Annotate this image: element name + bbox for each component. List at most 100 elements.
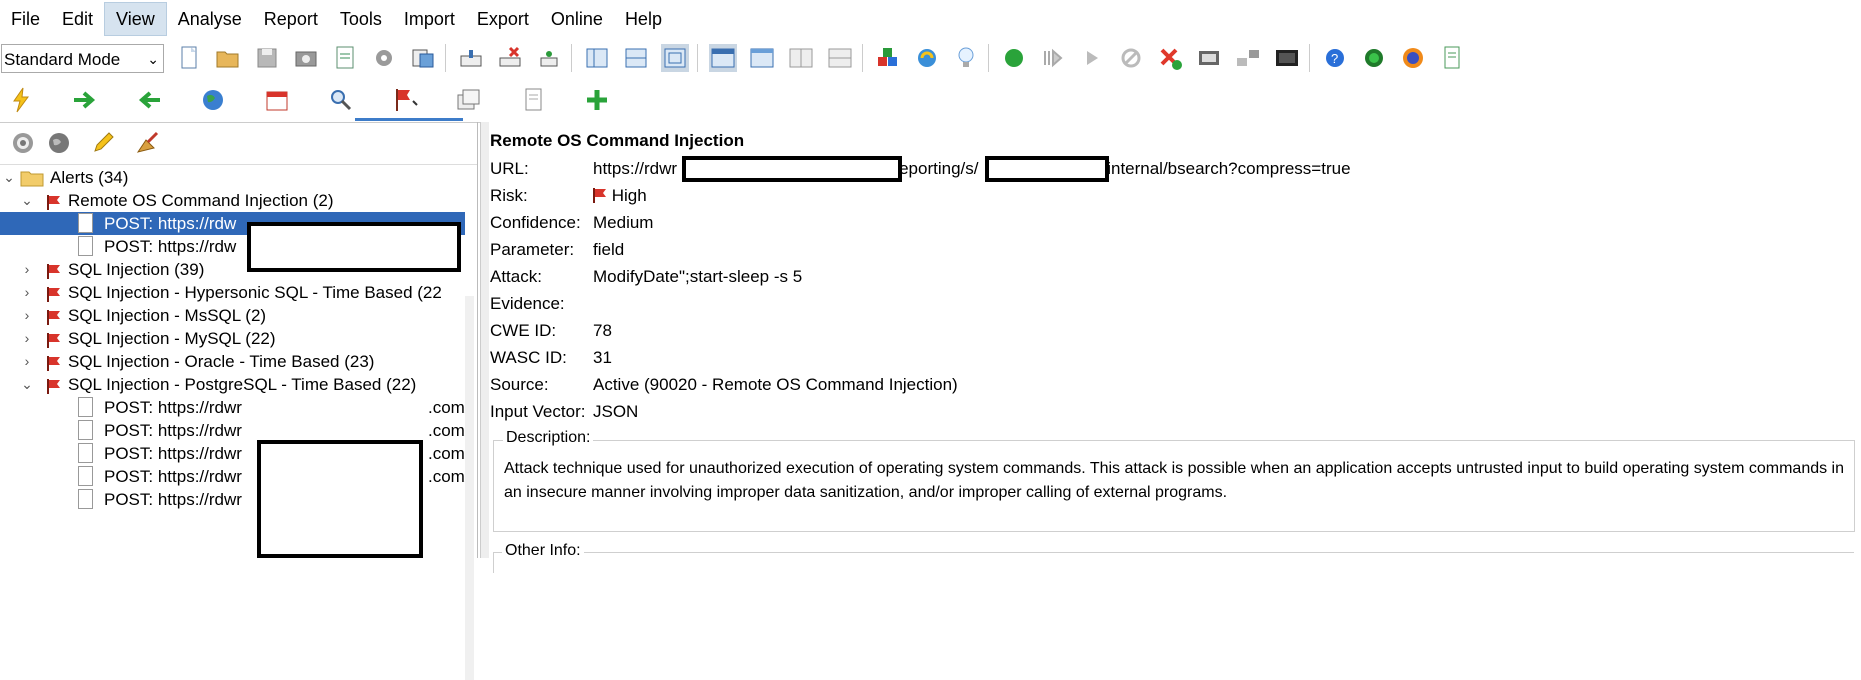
menu-view[interactable]: View — [104, 2, 167, 36]
tree-row-alert-item[interactable]: POST: https://rdwr .com/ — [0, 396, 477, 419]
file-icon — [78, 236, 93, 256]
menu-help[interactable]: Help — [614, 3, 673, 35]
expand-icon[interactable]: › — [20, 258, 34, 281]
tab-expand-icon[interactable] — [826, 44, 854, 72]
options-icon[interactable] — [370, 44, 398, 72]
remove-icon[interactable] — [1156, 44, 1184, 72]
add-ons-icon[interactable] — [874, 44, 902, 72]
wasc-label: WASC ID: — [490, 348, 567, 367]
layout-full-icon[interactable] — [661, 44, 689, 72]
menu-import[interactable]: Import — [393, 3, 466, 35]
expand-icon[interactable]: › — [20, 281, 34, 304]
toolbar-separator — [445, 44, 446, 72]
snapshot-icon[interactable] — [292, 44, 320, 72]
history-icon[interactable] — [262, 85, 292, 115]
tree-row-alert-item[interactable]: POST: https://rdwr .com/ — [0, 419, 477, 442]
tree-row-group[interactable]: › SQL Injection - Hypersonic SQL - Time … — [0, 281, 477, 304]
open-session-icon[interactable] — [214, 44, 242, 72]
alerts-icon[interactable] — [390, 85, 420, 115]
collapse-icon[interactable]: ⌄ — [20, 189, 34, 212]
parameter-label: Parameter: — [490, 240, 575, 259]
menu-edit[interactable]: Edit — [51, 3, 104, 35]
globe-icon[interactable] — [46, 130, 72, 156]
sites-icon[interactable] — [198, 85, 228, 115]
output-icon[interactable] — [454, 85, 484, 115]
start-icon[interactable] — [1000, 44, 1028, 72]
menu-analyse[interactable]: Analyse — [167, 3, 253, 35]
request-icon[interactable] — [70, 85, 100, 115]
step-icon[interactable] — [1039, 44, 1067, 72]
drop-icon[interactable] — [1117, 44, 1145, 72]
continue-icon[interactable] — [1078, 44, 1106, 72]
search-icon[interactable] — [326, 85, 356, 115]
tree-label-group: Remote OS Command Injection (2) — [68, 191, 334, 210]
url-label: URL: — [490, 159, 529, 178]
layout-panels-icon[interactable] — [583, 44, 611, 72]
tree-label-alerts: Alerts (34) — [50, 168, 129, 187]
menu-export[interactable]: Export — [466, 3, 540, 35]
description-text[interactable]: Attack technique used for unauthorized e… — [504, 457, 1844, 505]
layout-tabs-icon[interactable] — [622, 44, 650, 72]
risk-text: High — [611, 186, 647, 205]
response-icon[interactable] — [134, 85, 164, 115]
tree-label-group: SQL Injection - PostgreSQL - Time Based … — [68, 375, 417, 394]
flag-icon — [47, 331, 61, 348]
mode-select[interactable]: Standard Mode ⌄ — [1, 43, 164, 73]
menu-tools[interactable]: Tools — [329, 3, 393, 35]
pane-splitter[interactable] — [480, 122, 489, 558]
add-tab-icon[interactable] — [582, 85, 612, 115]
risk-value: High — [593, 184, 647, 207]
api-icon[interactable] — [1195, 44, 1223, 72]
collapse-icon[interactable]: ⌄ — [2, 166, 16, 189]
expand-icon[interactable]: › — [20, 350, 34, 373]
tree-row-alerts-root[interactable]: ⌄ Alerts (34) — [0, 166, 477, 189]
tip-icon[interactable] — [952, 44, 980, 72]
tab-right-icon[interactable] — [787, 44, 815, 72]
new-session-icon[interactable] — [175, 44, 203, 72]
tree-scrollbar[interactable] — [465, 296, 474, 680]
tree-row-group[interactable]: › SQL Injection - Oracle - Time Based (2… — [0, 350, 477, 373]
toolbar-separator — [988, 44, 989, 72]
collapse-icon[interactable]: ⌄ — [20, 373, 34, 396]
menu-online[interactable]: Online — [540, 3, 614, 35]
flag-icon — [47, 193, 61, 210]
menu-bar: File Edit View Analyse Report Tools Impo… — [0, 0, 1861, 38]
menu-report[interactable]: Report — [253, 3, 329, 35]
wasc-value: 31 — [593, 348, 612, 367]
policy-icon[interactable] — [457, 44, 485, 72]
expand-icon[interactable]: › — [20, 304, 34, 327]
url-part-1: https://rdwr — [593, 159, 678, 178]
save-session-icon[interactable] — [253, 44, 281, 72]
file-icon[interactable] — [518, 85, 548, 115]
tab-bottom-icon[interactable] — [748, 44, 776, 72]
tree-row-group[interactable]: ⌄ SQL Injection - PostgreSQL - Time Base… — [0, 373, 477, 396]
flag-icon — [47, 262, 61, 279]
notes-icon[interactable] — [1438, 44, 1466, 72]
break-icon[interactable] — [496, 44, 524, 72]
other-info-label: Other Info: — [502, 542, 584, 560]
terminal-icon[interactable] — [1273, 44, 1301, 72]
edit-pencil-icon[interactable] — [90, 130, 116, 156]
expand-icon[interactable]: › — [20, 327, 34, 350]
tree-label-item: POST: https://rdw — [104, 214, 237, 233]
session-properties-icon[interactable] — [331, 44, 359, 72]
broom-icon[interactable] — [134, 130, 160, 156]
update-icon[interactable] — [913, 44, 941, 72]
quick-start-icon[interactable] — [6, 85, 36, 115]
hud-icon[interactable] — [1360, 44, 1388, 72]
file-icon — [78, 466, 93, 486]
tree-row-group[interactable]: › SQL Injection - MySQL (22) — [0, 327, 477, 350]
target-icon[interactable] — [10, 130, 36, 156]
tree-row-group[interactable]: ⌄ Remote OS Command Injection (2) — [0, 189, 477, 212]
help-icon[interactable]: ? — [1321, 44, 1349, 72]
export-icon[interactable] — [409, 44, 437, 72]
tree-row-group[interactable]: › SQL Injection - MsSQL (2) — [0, 304, 477, 327]
menu-file[interactable]: File — [0, 3, 51, 35]
redaction-box — [257, 440, 423, 558]
network-icon[interactable] — [1234, 44, 1262, 72]
parameter-value: field — [593, 240, 625, 259]
firefox-icon[interactable] — [1399, 44, 1427, 72]
toolbar-separator — [862, 44, 863, 72]
tab-left-icon[interactable] — [709, 44, 737, 72]
scan-icon[interactable] — [535, 44, 563, 72]
